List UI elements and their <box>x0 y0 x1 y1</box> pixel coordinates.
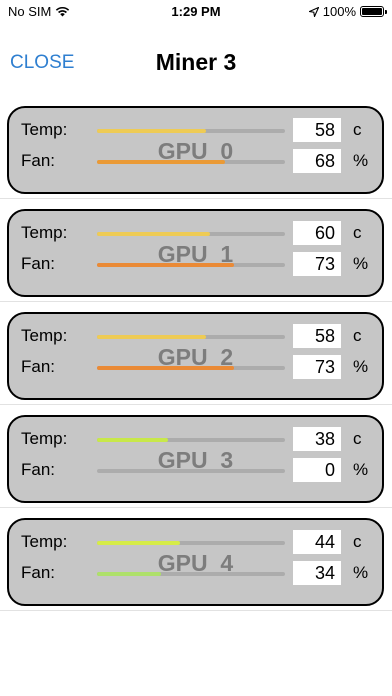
gpu-row[interactable]: GPU_3 Temp: 38 c Fan: 0 % <box>0 405 392 508</box>
temp-bar-track <box>97 129 285 133</box>
fan-value-field: 73 <box>293 355 341 379</box>
temp-line: Temp: 60 c <box>21 221 374 245</box>
temp-line: Temp: 58 c <box>21 324 374 348</box>
fan-value-field: 0 <box>293 458 341 482</box>
temp-bar-fill <box>97 232 210 236</box>
fan-unit: % <box>353 254 369 273</box>
gpu-row[interactable]: GPU_4 Temp: 44 c Fan: 34 % <box>0 508 392 611</box>
fan-bar-fill <box>97 366 235 370</box>
temp-label: Temp: <box>21 120 68 139</box>
temp-value-field: 60 <box>293 221 341 245</box>
fan-unit: % <box>353 357 369 376</box>
gpu-list[interactable]: GPU_0 Temp: 58 c Fan: 68 % GPU_1 Temp: 6… <box>0 96 392 611</box>
fan-unit: % <box>353 151 369 170</box>
temp-line: Temp: 44 c <box>21 530 374 554</box>
battery-icon <box>360 6 387 17</box>
fan-label: Fan: <box>21 460 56 479</box>
temp-bar-fill <box>97 129 207 133</box>
fan-line: Fan: 0 % <box>21 458 374 482</box>
temp-value-field: 44 <box>293 530 341 554</box>
fan-line: Fan: 73 % <box>21 355 374 379</box>
temp-unit: c <box>353 223 362 242</box>
page-title: Miner 3 <box>155 49 237 75</box>
fan-label: Fan: <box>21 254 56 273</box>
fan-label: Fan: <box>21 563 56 582</box>
fan-bar-fill <box>97 160 225 164</box>
navigation-bar: CLOSE Miner 3 <box>0 40 392 86</box>
fan-bar-track <box>97 160 285 164</box>
fan-line: Fan: 73 % <box>21 252 374 276</box>
fan-label: Fan: <box>21 151 56 170</box>
temp-label: Temp: <box>21 429 68 448</box>
temp-bar-track <box>97 438 285 442</box>
fan-line: Fan: 34 % <box>21 561 374 585</box>
temp-line: Temp: 38 c <box>21 427 374 451</box>
location-arrow-icon <box>308 6 319 17</box>
status-right-group: 100% <box>308 4 387 19</box>
temp-unit: c <box>353 120 362 139</box>
gpu-card[interactable]: GPU_4 Temp: 44 c Fan: 34 % <box>7 518 384 606</box>
temp-line: Temp: 58 c <box>21 118 374 142</box>
temp-label: Temp: <box>21 326 68 345</box>
gpu-card[interactable]: GPU_2 Temp: 58 c Fan: 73 % <box>7 312 384 400</box>
fan-bar-fill <box>97 572 161 576</box>
temp-bar-track <box>97 541 285 545</box>
temp-value-field: 38 <box>293 427 341 451</box>
fan-bar-track <box>97 263 285 267</box>
fan-label: Fan: <box>21 357 56 376</box>
temp-bar-fill <box>97 541 180 545</box>
gpu-card[interactable]: GPU_1 Temp: 60 c Fan: 73 % <box>7 209 384 297</box>
temp-bar-track <box>97 335 285 339</box>
temp-unit: c <box>353 326 362 345</box>
fan-value-field: 68 <box>293 149 341 173</box>
fan-bar-fill <box>97 263 235 267</box>
fan-line: Fan: 68 % <box>21 149 374 173</box>
fan-unit: % <box>353 460 369 479</box>
gpu-card[interactable]: GPU_3 Temp: 38 c Fan: 0 % <box>7 415 384 503</box>
temp-label: Temp: <box>21 532 68 551</box>
fan-bar-track <box>97 469 285 473</box>
fan-bar-track <box>97 572 285 576</box>
fan-value-field: 73 <box>293 252 341 276</box>
temp-bar-track <box>97 232 285 236</box>
temp-value-field: 58 <box>293 324 341 348</box>
gpu-row[interactable]: GPU_1 Temp: 60 c Fan: 73 % <box>0 199 392 302</box>
temp-bar-fill <box>97 335 207 339</box>
temp-unit: c <box>353 429 362 448</box>
fan-value-field: 34 <box>293 561 341 585</box>
status-bar: No SIM 1:29 PM 100% <box>0 0 392 26</box>
gpu-card[interactable]: GPU_0 Temp: 58 c Fan: 68 % <box>7 106 384 194</box>
temp-label: Temp: <box>21 223 68 242</box>
fan-unit: % <box>353 563 369 582</box>
battery-percent: 100% <box>322 4 356 19</box>
fan-bar-track <box>97 366 285 370</box>
gpu-row[interactable]: GPU_2 Temp: 58 c Fan: 73 % <box>0 302 392 405</box>
gpu-row[interactable]: GPU_0 Temp: 58 c Fan: 68 % <box>0 96 392 199</box>
temp-value-field: 58 <box>293 118 341 142</box>
temp-unit: c <box>353 532 362 551</box>
temp-bar-fill <box>97 438 169 442</box>
